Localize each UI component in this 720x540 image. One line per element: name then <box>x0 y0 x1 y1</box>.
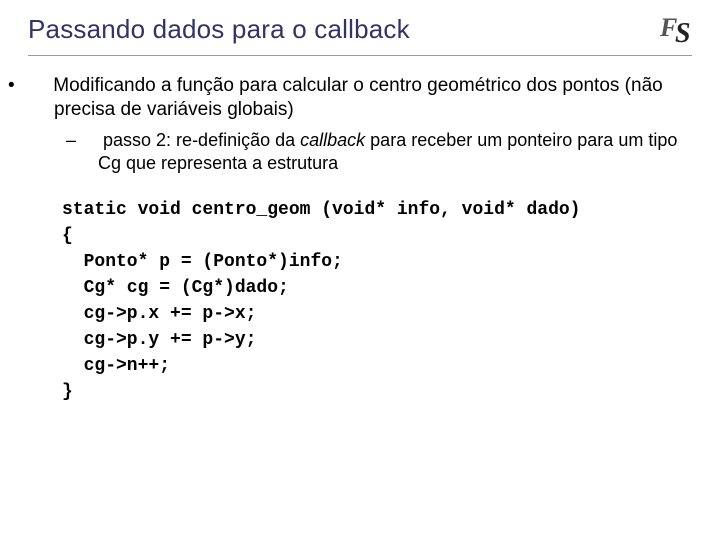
callback-word: callback <box>300 130 365 150</box>
title-row: Passando dados para o callback F S <box>28 14 692 51</box>
bullet-list: Modificando a função para calcular o cen… <box>32 74 692 175</box>
slide-title: Passando dados para o callback <box>28 14 410 45</box>
logo: F S <box>660 12 702 51</box>
bullet-item-1: Modificando a função para calcular o cen… <box>32 74 692 175</box>
sub-text-a: passo 2: re-definição da <box>103 130 300 150</box>
slide: Passando dados para o callback F S Modif… <box>0 0 720 540</box>
bullet-text-1: Modificando a função para calcular o cen… <box>53 75 662 120</box>
sub-bullet-1: passo 2: re-definição da callback para r… <box>82 129 692 175</box>
fs-logo-icon: F S <box>660 12 702 46</box>
sub-bullet-list: passo 2: re-definição da callback para r… <box>54 129 692 175</box>
title-divider <box>28 55 692 56</box>
code-block: static void centro_geom (void* info, voi… <box>62 197 692 406</box>
svg-text:S: S <box>675 18 691 46</box>
